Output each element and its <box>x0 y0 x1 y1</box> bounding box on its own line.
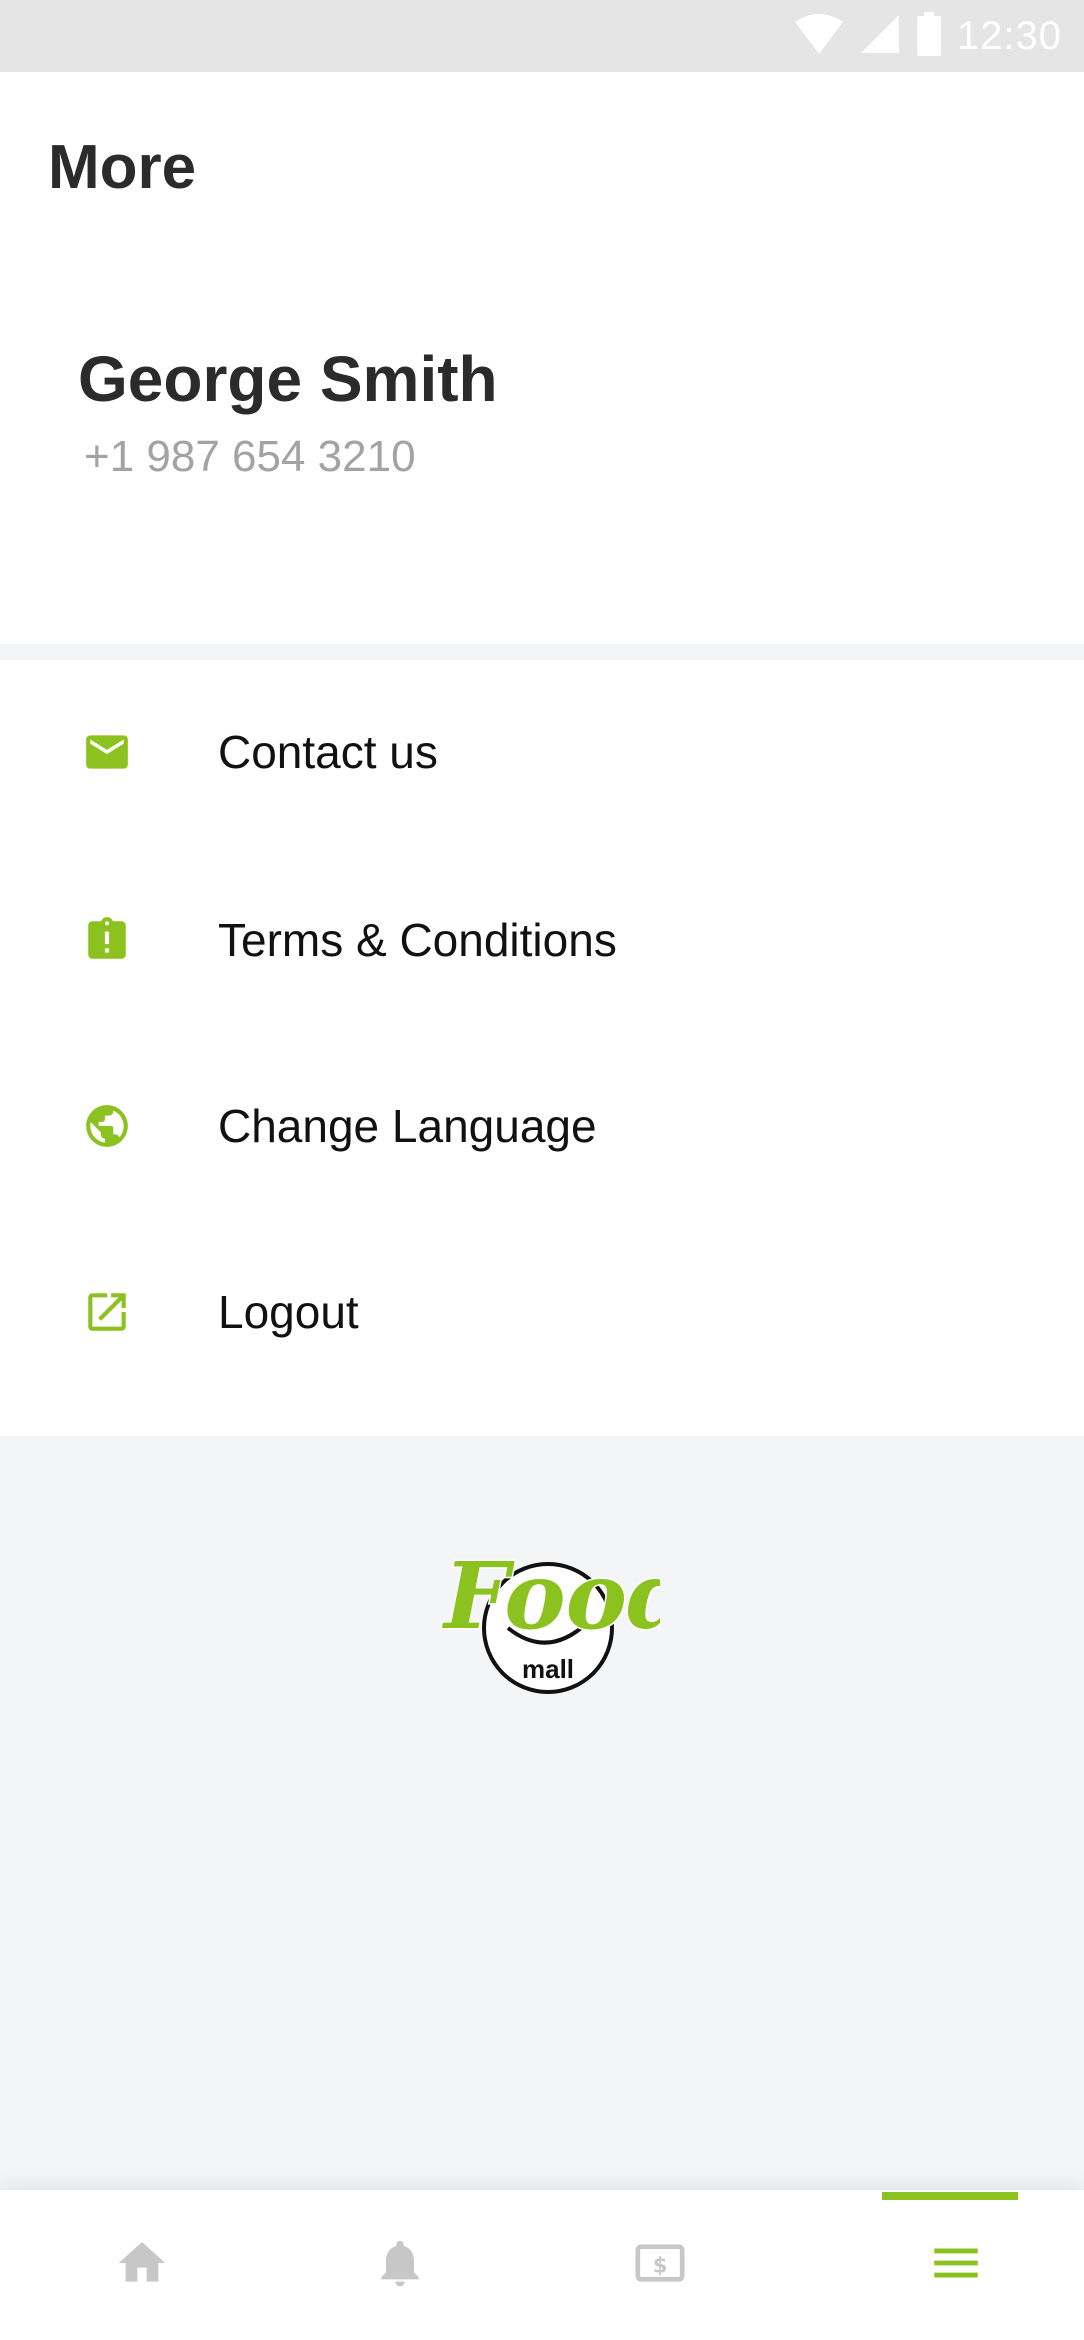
clipboard-alert-icon <box>82 915 132 965</box>
battery-icon <box>915 11 943 61</box>
page-title: More <box>48 133 197 202</box>
menu-item-label: Contact us <box>218 726 438 778</box>
open-in-new-icon <box>82 1287 132 1337</box>
logo-subtext: mall <box>522 1654 574 1684</box>
nav-wallet[interactable]: $ <box>590 2190 730 2340</box>
menu-item-label: Logout <box>218 1286 359 1338</box>
cell-signal-icon <box>859 13 901 60</box>
status-icons: 12:30 <box>793 11 1062 61</box>
menu-item-change-language[interactable]: Change Language <box>0 1046 1084 1206</box>
profile-section: More George Smith +1 987 654 3210 <box>0 72 1084 644</box>
menu-item-label: Terms & Conditions <box>218 914 617 966</box>
money-icon: $ <box>632 2235 688 2296</box>
home-icon <box>114 2235 170 2296</box>
user-phone: +1 987 654 3210 <box>84 432 416 481</box>
food-mall-logo: Food mall <box>430 1510 693 1700</box>
active-tab-indicator <box>882 2192 1018 2200</box>
nav-home[interactable] <box>72 2190 212 2340</box>
status-bar: 12:30 <box>0 0 1084 72</box>
nav-more[interactable] <box>886 2190 1026 2340</box>
nav-notifications[interactable] <box>330 2190 470 2340</box>
menu-item-contact-us[interactable]: Contact us <box>0 672 1084 832</box>
menu-item-label: Change Language <box>218 1100 597 1152</box>
logo-text: Food <box>441 1542 660 1650</box>
bell-icon <box>372 2235 428 2296</box>
user-name: George Smith <box>78 343 498 415</box>
globe-icon <box>82 1101 132 1151</box>
menu-list: Contact us Terms & Conditions Change Lan… <box>0 660 1084 1436</box>
bottom-nav: $ <box>0 2190 1084 2340</box>
status-time: 12:30 <box>956 13 1062 58</box>
menu-item-logout[interactable]: Logout <box>0 1232 1084 1392</box>
svg-text:$: $ <box>653 2253 668 2277</box>
mail-icon <box>82 727 132 777</box>
wifi-icon <box>793 13 845 59</box>
menu-icon <box>927 2234 985 2297</box>
menu-item-terms[interactable]: Terms & Conditions <box>0 860 1084 1020</box>
